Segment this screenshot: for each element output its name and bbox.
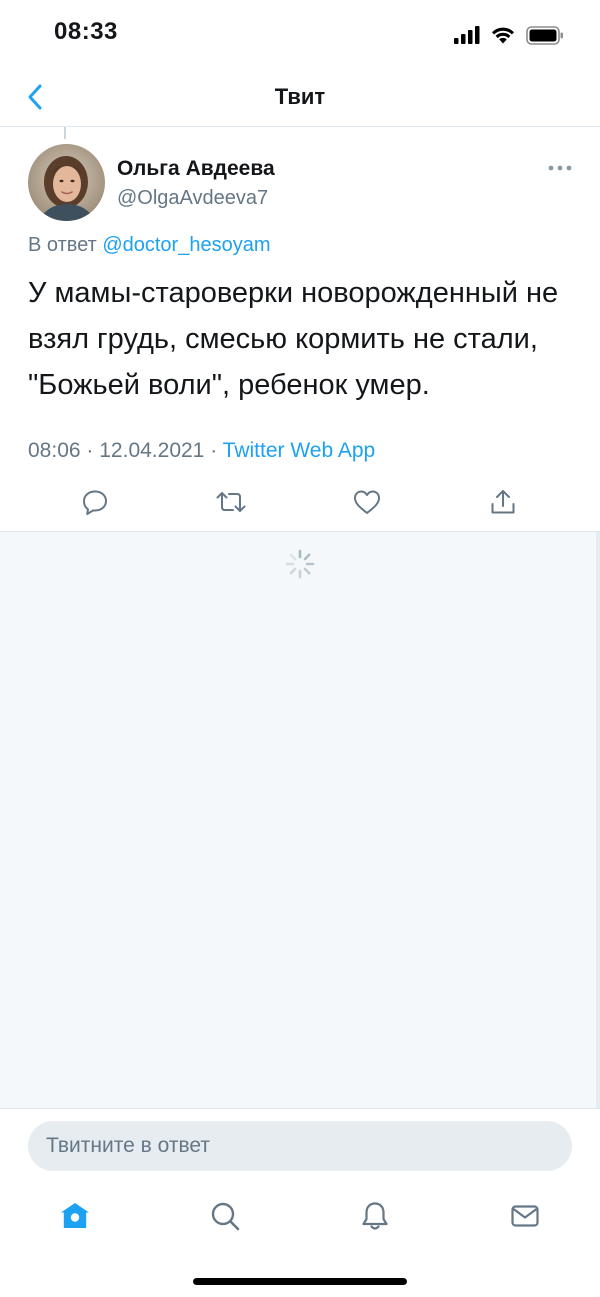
wifi-icon <box>492 27 514 43</box>
tweet-meta: 08:06 · 12.04.2021 · Twitter Web App <box>28 439 375 463</box>
loading-spinner-icon <box>284 548 316 580</box>
composer-divider <box>0 1108 600 1109</box>
tweet-actions <box>0 482 600 524</box>
like-button[interactable] <box>347 482 387 522</box>
author-name[interactable]: Ольга Авдеева <box>117 157 275 181</box>
meta-separator: · <box>210 439 218 462</box>
heart-icon <box>354 490 380 514</box>
tweet-time: 08:06 <box>28 439 81 462</box>
reply-prefix: В ответ <box>28 234 97 256</box>
tab-search[interactable] <box>205 1196 245 1236</box>
share-icon <box>491 490 515 514</box>
page-title: Твит <box>274 84 326 109</box>
retweet-button[interactable] <box>211 482 251 522</box>
author-handle[interactable]: @OlgaAvdeeva7 <box>117 187 268 210</box>
meta-separator: · <box>86 439 94 462</box>
mail-icon <box>511 1205 539 1227</box>
scroll-track <box>596 532 600 1108</box>
more-options-button[interactable] <box>546 160 574 176</box>
home-icon <box>61 1203 89 1228</box>
home-indicator[interactable] <box>193 1278 407 1285</box>
more-icon <box>548 165 572 171</box>
tweet-date: 12.04.2021 <box>99 439 205 462</box>
share-button[interactable] <box>483 482 523 522</box>
replies-area <box>0 532 600 1108</box>
status-time: 08:33 <box>54 18 118 45</box>
tab-home[interactable] <box>55 1196 95 1236</box>
tab-messages[interactable] <box>505 1196 545 1236</box>
reply-icon <box>83 490 107 515</box>
thread-line <box>64 127 66 139</box>
bell-icon <box>362 1202 388 1230</box>
reply-input[interactable]: Твитните в ответ <box>28 1121 572 1171</box>
tweet-text: У мамы-староверки новорожденный не взял … <box>28 277 559 401</box>
tab-notifications[interactable] <box>355 1196 395 1236</box>
reply-context: В ответ @doctor_hesoyam <box>28 234 271 257</box>
search-icon <box>211 1202 240 1231</box>
source-app-link[interactable]: Twitter Web App <box>223 439 376 462</box>
signal-icon <box>454 26 480 44</box>
nav-divider <box>0 126 600 127</box>
avatar[interactable] <box>28 144 105 221</box>
retweet-icon <box>216 492 246 512</box>
reply-placeholder: Твитните в ответ <box>46 1134 210 1157</box>
reply-button[interactable] <box>75 482 115 522</box>
battery-icon <box>526 25 563 45</box>
avatar-image <box>28 144 105 221</box>
status-icons <box>454 22 564 48</box>
reply-mention-link[interactable]: @doctor_hesoyam <box>102 234 270 256</box>
